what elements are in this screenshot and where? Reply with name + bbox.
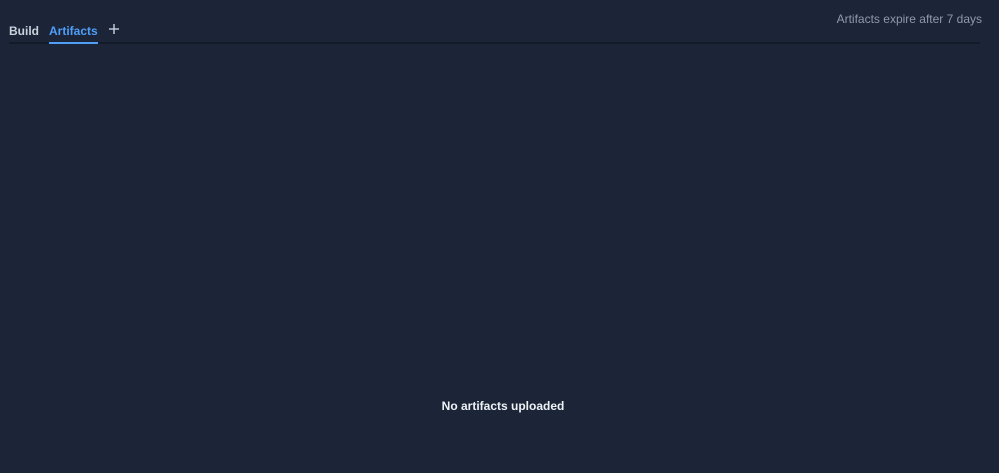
- tab-build[interactable]: Build: [9, 24, 39, 38]
- add-tab-button[interactable]: [107, 20, 121, 36]
- tab-bar: Build Artifacts: [9, 0, 980, 44]
- artifacts-expiry-note: Artifacts expire after 7 days: [836, 12, 982, 26]
- empty-state-message: No artifacts uploaded: [441, 399, 565, 413]
- plus-icon: [109, 24, 119, 34]
- tab-artifacts[interactable]: Artifacts: [49, 24, 98, 44]
- artifacts-panel: Build Artifacts Artifacts expire after 7…: [0, 0, 999, 473]
